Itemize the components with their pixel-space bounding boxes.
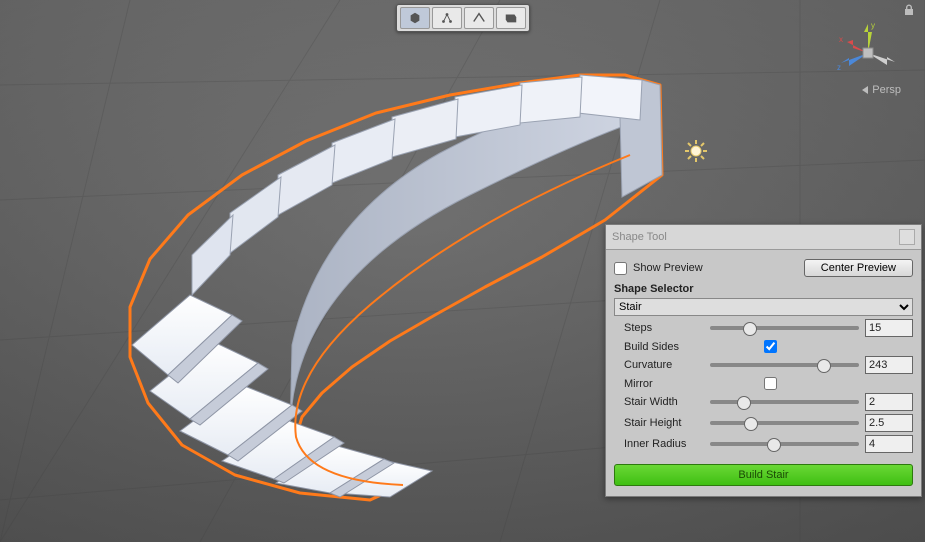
light-gizmo-icon[interactable]: [684, 139, 708, 163]
mirror-label: Mirror: [624, 378, 704, 390]
stair-height-value[interactable]: 2.5: [865, 414, 913, 432]
panel-menu-icon[interactable]: [899, 229, 915, 245]
scene-edit-mode-toolbar: [396, 4, 530, 32]
curvature-label: Curvature: [624, 359, 704, 371]
steps-slider[interactable]: [710, 321, 859, 335]
center-preview-button[interactable]: Center Preview: [804, 259, 913, 277]
panel-title: Shape Tool: [612, 231, 667, 243]
svg-text:y: y: [871, 21, 875, 30]
lock-icon[interactable]: [904, 4, 915, 19]
curvature-value[interactable]: 243: [865, 356, 913, 374]
show-preview-label: Show Preview: [633, 262, 703, 274]
mirror-checkbox[interactable]: [764, 377, 777, 390]
mode-edge-button[interactable]: [464, 7, 494, 29]
mode-object-button[interactable]: [400, 7, 430, 29]
orientation-gizmo[interactable]: y z x: [833, 18, 903, 88]
show-preview-checkbox[interactable]: [614, 262, 627, 275]
stair-height-label: Stair Height: [624, 417, 704, 429]
mode-vertex-button[interactable]: [432, 7, 462, 29]
svg-text:z: z: [837, 63, 841, 72]
curved-stair-mesh[interactable]: [70, 45, 690, 505]
inner-radius-label: Inner Radius: [624, 438, 704, 450]
shape-selector-heading: Shape Selector: [614, 283, 913, 295]
steps-label: Steps: [624, 322, 704, 334]
curvature-slider[interactable]: [710, 358, 859, 372]
steps-value[interactable]: 15: [865, 319, 913, 337]
build-stair-button[interactable]: Build Stair: [614, 464, 913, 486]
inner-radius-slider[interactable]: [710, 437, 859, 451]
build-sides-checkbox[interactable]: [764, 340, 777, 353]
stair-width-label: Stair Width: [624, 396, 704, 408]
projection-toggle[interactable]: Persp: [862, 84, 901, 96]
inner-radius-value[interactable]: 4: [865, 435, 913, 453]
scene-viewport[interactable]: y z x Persp Shape Tool Show Preview Cent…: [0, 0, 925, 542]
stair-height-slider[interactable]: [710, 416, 859, 430]
shape-tool-panel: Shape Tool Show Preview Center Preview S…: [605, 224, 922, 497]
build-sides-label: Build Sides: [624, 341, 704, 353]
svg-text:x: x: [839, 35, 843, 44]
mode-face-button[interactable]: [496, 7, 526, 29]
shape-select[interactable]: Stair: [614, 298, 913, 316]
projection-label: Persp: [872, 84, 901, 96]
stair-width-value[interactable]: 2: [865, 393, 913, 411]
stair-width-slider[interactable]: [710, 395, 859, 409]
